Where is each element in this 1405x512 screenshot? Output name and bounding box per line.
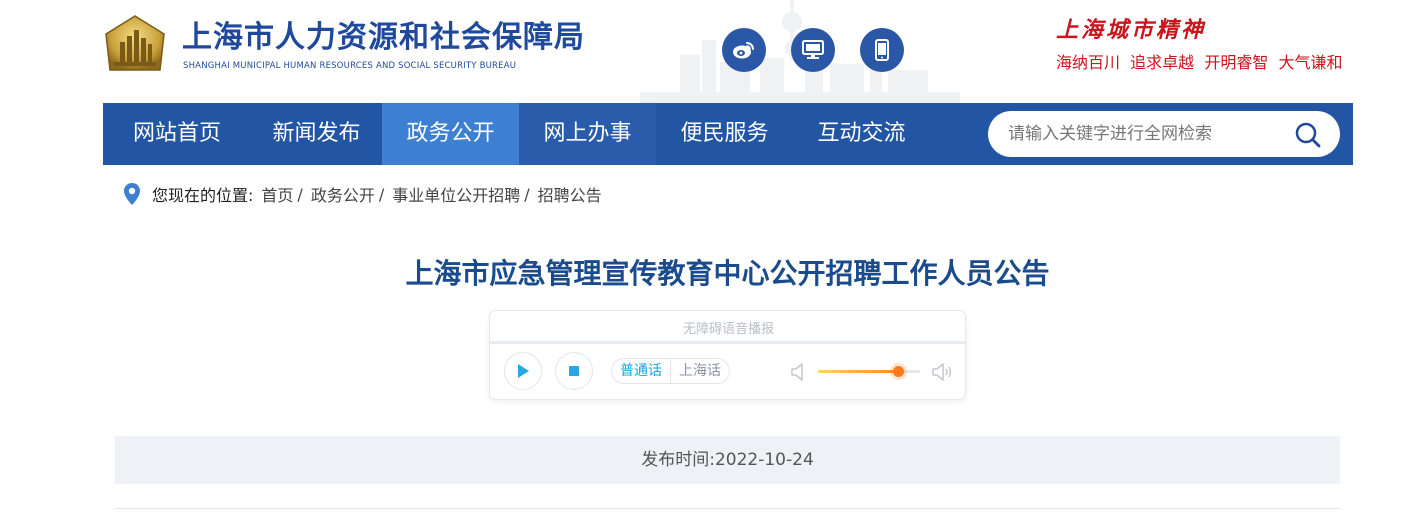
search-input[interactable] [1008,111,1288,157]
city-spirit-title: 上海城市精神 [1056,17,1207,43]
search-box [988,111,1340,157]
publish-info-bar: 发布时间:2022-10-24 [115,436,1340,484]
breadcrumb-label: 您现在的位置: [152,186,254,205]
audio-player: 无障碍语音播报 普通话 上海话 [489,310,967,400]
breadcrumb-gov-affairs[interactable]: 政务公开 [311,182,375,206]
location-pin-icon [124,183,140,205]
lang-option-mandarin[interactable]: 普通话 [612,359,670,383]
mobile-icon [875,39,889,61]
stop-icon [569,366,579,376]
volume-slider-knob[interactable] [892,366,904,377]
article-title: 上海市应急管理宣传教育中心公开招聘工作人员公告 [405,257,1050,290]
nav-item-interaction[interactable]: 互动交流 [793,103,930,165]
volume-slider[interactable] [818,366,920,377]
org-name-cn: 上海市人力资源和社会保障局 [182,20,585,55]
volume-low-icon [791,363,803,381]
nav-item-online-services[interactable]: 网上办事 [519,103,656,165]
nav-item-news[interactable]: 新闻发布 [251,103,382,165]
nav-item-public-services[interactable]: 便民服务 [656,103,793,165]
playback-progress-bar[interactable] [490,341,967,344]
stop-button[interactable] [555,352,593,390]
dialect-toggle: 普通话 上海话 [611,358,730,384]
breadcrumb: 您现在的位置: 首页 / 政务公开 / 事业单位公开招聘 / 招聘公告 [122,182,602,206]
logo-emblem[interactable] [102,14,168,80]
pc-site-button[interactable] [791,28,835,72]
nav-item-gov-affairs[interactable]: 政务公开 [382,103,519,165]
site-header: 上海市人力资源和社会保障局 SHANGHAI MUNICIPAL HUMAN R… [0,0,1405,103]
play-icon [518,364,529,378]
lang-option-shanghainese[interactable]: 上海话 [670,359,729,383]
weibo-button[interactable] [722,28,766,72]
city-spirit-slogan: 海纳百川 追求卓越 开明睿智 大气谦和 [1056,53,1343,72]
search-icon[interactable] [1294,121,1322,149]
play-button[interactable] [504,352,542,390]
weibo-icon [733,42,754,59]
volume-high-icon [932,363,952,381]
breadcrumb-notice[interactable]: 招聘公告 [538,182,602,206]
breadcrumb-recruitment[interactable]: 事业单位公开招聘 [392,182,520,206]
publish-time: 发布时间:2022-10-24 [641,450,814,470]
player-label: 无障碍语音播报 [682,322,774,337]
nav-item-home[interactable]: 网站首页 [103,103,251,165]
breadcrumb-home[interactable]: 首页 [261,182,293,206]
main-nav: 网站首页 新闻发布 政务公开 网上办事 便民服务 互动交流 [103,103,1353,165]
breadcrumb-separator: / [524,184,530,204]
divider [115,508,1340,509]
computer-icon [802,40,824,59]
mobile-site-button[interactable] [860,28,904,72]
org-name-en: SHANGHAI MUNICIPAL HUMAN RESOURCES AND S… [183,61,517,71]
breadcrumb-separator: / [297,184,303,204]
breadcrumb-separator: / [378,184,385,204]
volume-slider-fill [818,370,898,373]
